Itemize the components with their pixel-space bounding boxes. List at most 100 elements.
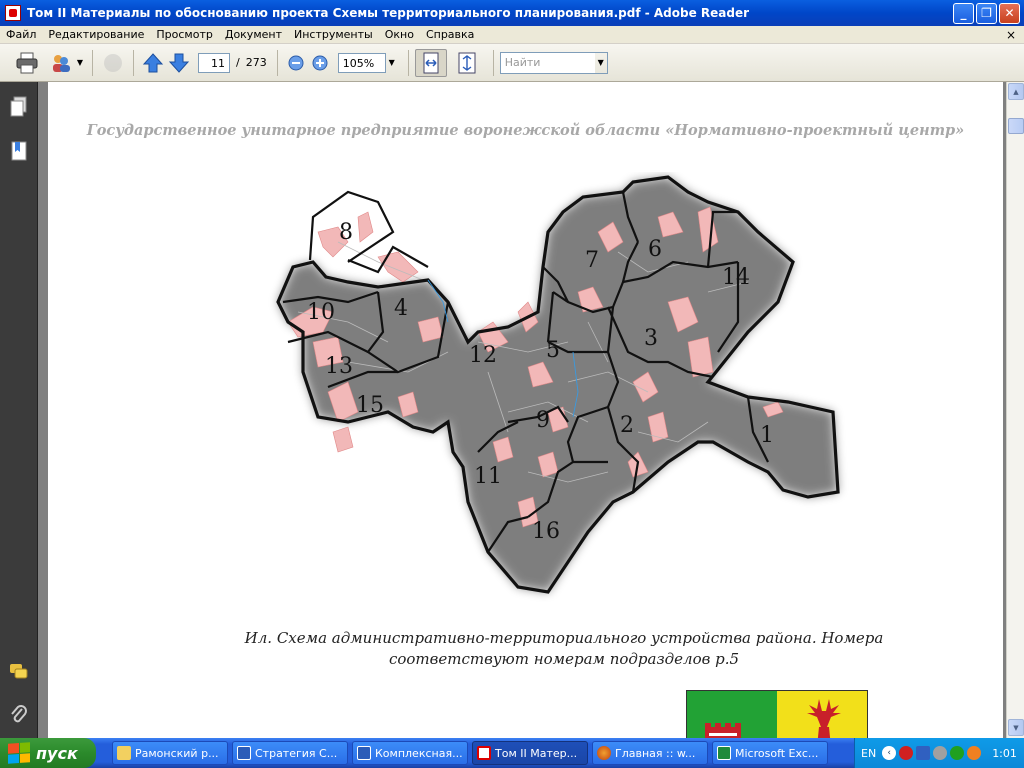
print-button[interactable] — [12, 49, 42, 77]
find-input[interactable]: Найти — [500, 52, 595, 73]
collaborate-button[interactable] — [48, 49, 74, 77]
pdf-icon — [477, 746, 491, 760]
taskbar-item-word-2[interactable]: Комплексная... — [352, 741, 468, 765]
document-viewport[interactable]: Государственное унитарное предприятие во… — [38, 82, 1006, 738]
scroll-thumb[interactable] — [1008, 118, 1024, 134]
toolbar-separator — [407, 49, 409, 76]
page-number-input[interactable]: 11 — [198, 52, 230, 73]
next-page-button[interactable] — [166, 49, 192, 77]
document-close-icon[interactable]: × — [1006, 28, 1016, 42]
taskbar-item-label: Том II Матер... — [495, 746, 578, 760]
menu-help[interactable]: Справка — [420, 28, 480, 41]
menu-tools[interactable]: Инструменты — [288, 28, 379, 41]
previous-page-button[interactable] — [140, 49, 166, 77]
excel-icon — [717, 746, 731, 760]
collaborate-dropdown-icon[interactable]: ▼ — [74, 53, 86, 73]
map-label-8: 8 — [339, 220, 353, 245]
toolbar-separator — [92, 49, 93, 76]
map-label-16: 16 — [532, 519, 560, 544]
folder-icon — [117, 746, 131, 760]
deer-icon — [807, 699, 841, 738]
close-button[interactable]: ✕ — [999, 2, 1020, 24]
taskbar-item-label: Стратегия С... — [255, 746, 338, 760]
caption-line-1: Ил. Схема административно-территориально… — [244, 629, 884, 647]
taskbar-item-label: Главная :: w... — [615, 746, 696, 760]
window-titlebar[interactable]: Том II Материалы по обоснованию проекта … — [0, 0, 1024, 26]
people-icon — [53, 54, 70, 72]
word-icon — [357, 746, 371, 760]
zoom-out-icon — [288, 55, 304, 70]
antivirus-icon[interactable] — [899, 746, 914, 760]
navigation-pane — [0, 82, 38, 738]
zoom-in-icon — [312, 55, 328, 70]
arrow-up-icon — [142, 52, 164, 72]
map-label-9: 9 — [536, 408, 550, 433]
map-label-12: 12 — [469, 343, 497, 368]
menu-file[interactable]: Файл — [0, 28, 42, 41]
map-label-11: 11 — [474, 464, 502, 489]
taskbar-item-excel[interactable]: Microsoft Exc... — [712, 741, 828, 765]
find-dropdown-icon[interactable]: ▼ — [595, 53, 607, 73]
start-button[interactable]: пуск — [0, 738, 96, 768]
map-label-5: 5 — [546, 338, 560, 363]
windows-taskbar: пуск Рамонский р... Стратегия С... Компл… — [0, 738, 1024, 768]
firefox-icon — [597, 746, 611, 760]
windows-logo-icon — [8, 742, 30, 764]
zoom-in-button[interactable] — [308, 49, 332, 77]
map-label-1: 1 — [760, 423, 774, 448]
map-label-15: 15 — [356, 393, 384, 418]
pages-panel-icon[interactable] — [9, 96, 29, 118]
restore-button[interactable]: ❐ — [976, 2, 997, 24]
printer-icon — [16, 52, 38, 73]
zoom-level-input[interactable]: 105% — [337, 52, 386, 73]
document-header: Государственное унитарное предприятие во… — [86, 122, 965, 139]
comments-button[interactable] — [99, 49, 127, 77]
toolbar-separator — [276, 49, 278, 76]
minimize-button[interactable]: _ — [953, 2, 974, 24]
map-label-13: 13 — [325, 354, 353, 379]
system-tray: EN ‹ 1:01 — [854, 738, 1024, 768]
menu-view[interactable]: Просмотр — [150, 28, 218, 41]
menu-document[interactable]: Документ — [219, 28, 288, 41]
comments-panel-icon[interactable] — [9, 662, 29, 684]
find-box[interactable]: Найти ▼ — [499, 51, 608, 74]
language-indicator[interactable]: EN — [861, 747, 876, 760]
toolbar-separator — [492, 49, 494, 76]
taskbar-item-firefox[interactable]: Главная :: w... — [592, 741, 708, 765]
messenger-icon[interactable] — [967, 746, 982, 760]
update-icon[interactable] — [950, 746, 965, 760]
menu-window[interactable]: Окно — [379, 28, 420, 41]
tray-expand-icon[interactable]: ‹ — [882, 746, 897, 760]
map-label-7: 7 — [585, 248, 599, 273]
hand-icon — [104, 53, 122, 72]
arrow-down-icon — [168, 53, 190, 73]
toolbar: ▼ 11 / 273 105% ▼ Найти ▼ — [0, 44, 1024, 82]
taskbar-item-folder[interactable]: Рамонский р... — [112, 741, 228, 765]
page-separator: / — [236, 56, 240, 69]
menu-edit[interactable]: Редактирование — [42, 28, 150, 41]
fit-page-icon — [458, 52, 476, 73]
map-label-6: 6 — [648, 237, 662, 262]
bookmarks-panel-icon[interactable] — [9, 140, 29, 162]
network-icon[interactable] — [916, 746, 931, 760]
fit-page-button[interactable] — [451, 49, 483, 77]
zoom-out-button[interactable] — [284, 49, 308, 77]
taskbar-item-pdf[interactable]: Том II Матер... — [472, 741, 588, 765]
toolbar-separator — [133, 49, 134, 76]
menu-bar: Файл Редактирование Просмотр Документ Ин… — [0, 26, 1024, 44]
vertical-scrollbar[interactable]: ▲ ▼ — [1006, 82, 1024, 738]
pdf-page: Государственное унитарное предприятие во… — [48, 82, 1003, 738]
fit-width-button[interactable] — [414, 48, 447, 77]
scroll-up-button[interactable]: ▲ — [1008, 83, 1024, 100]
zoom-dropdown-icon[interactable]: ▼ — [386, 53, 398, 73]
sound-icon[interactable] — [933, 746, 948, 760]
coat-of-arms — [686, 690, 868, 738]
scroll-down-button[interactable]: ▼ — [1008, 719, 1024, 736]
clock[interactable]: 1:01 — [992, 747, 1017, 760]
emblem-yellow-field — [777, 691, 867, 738]
attachments-panel-icon[interactable] — [9, 704, 29, 726]
map-label-10: 10 — [307, 300, 335, 325]
window-title: Том II Материалы по обоснованию проекта … — [27, 6, 750, 20]
fit-width-icon — [423, 52, 439, 73]
taskbar-item-word-1[interactable]: Стратегия С... — [232, 741, 348, 765]
